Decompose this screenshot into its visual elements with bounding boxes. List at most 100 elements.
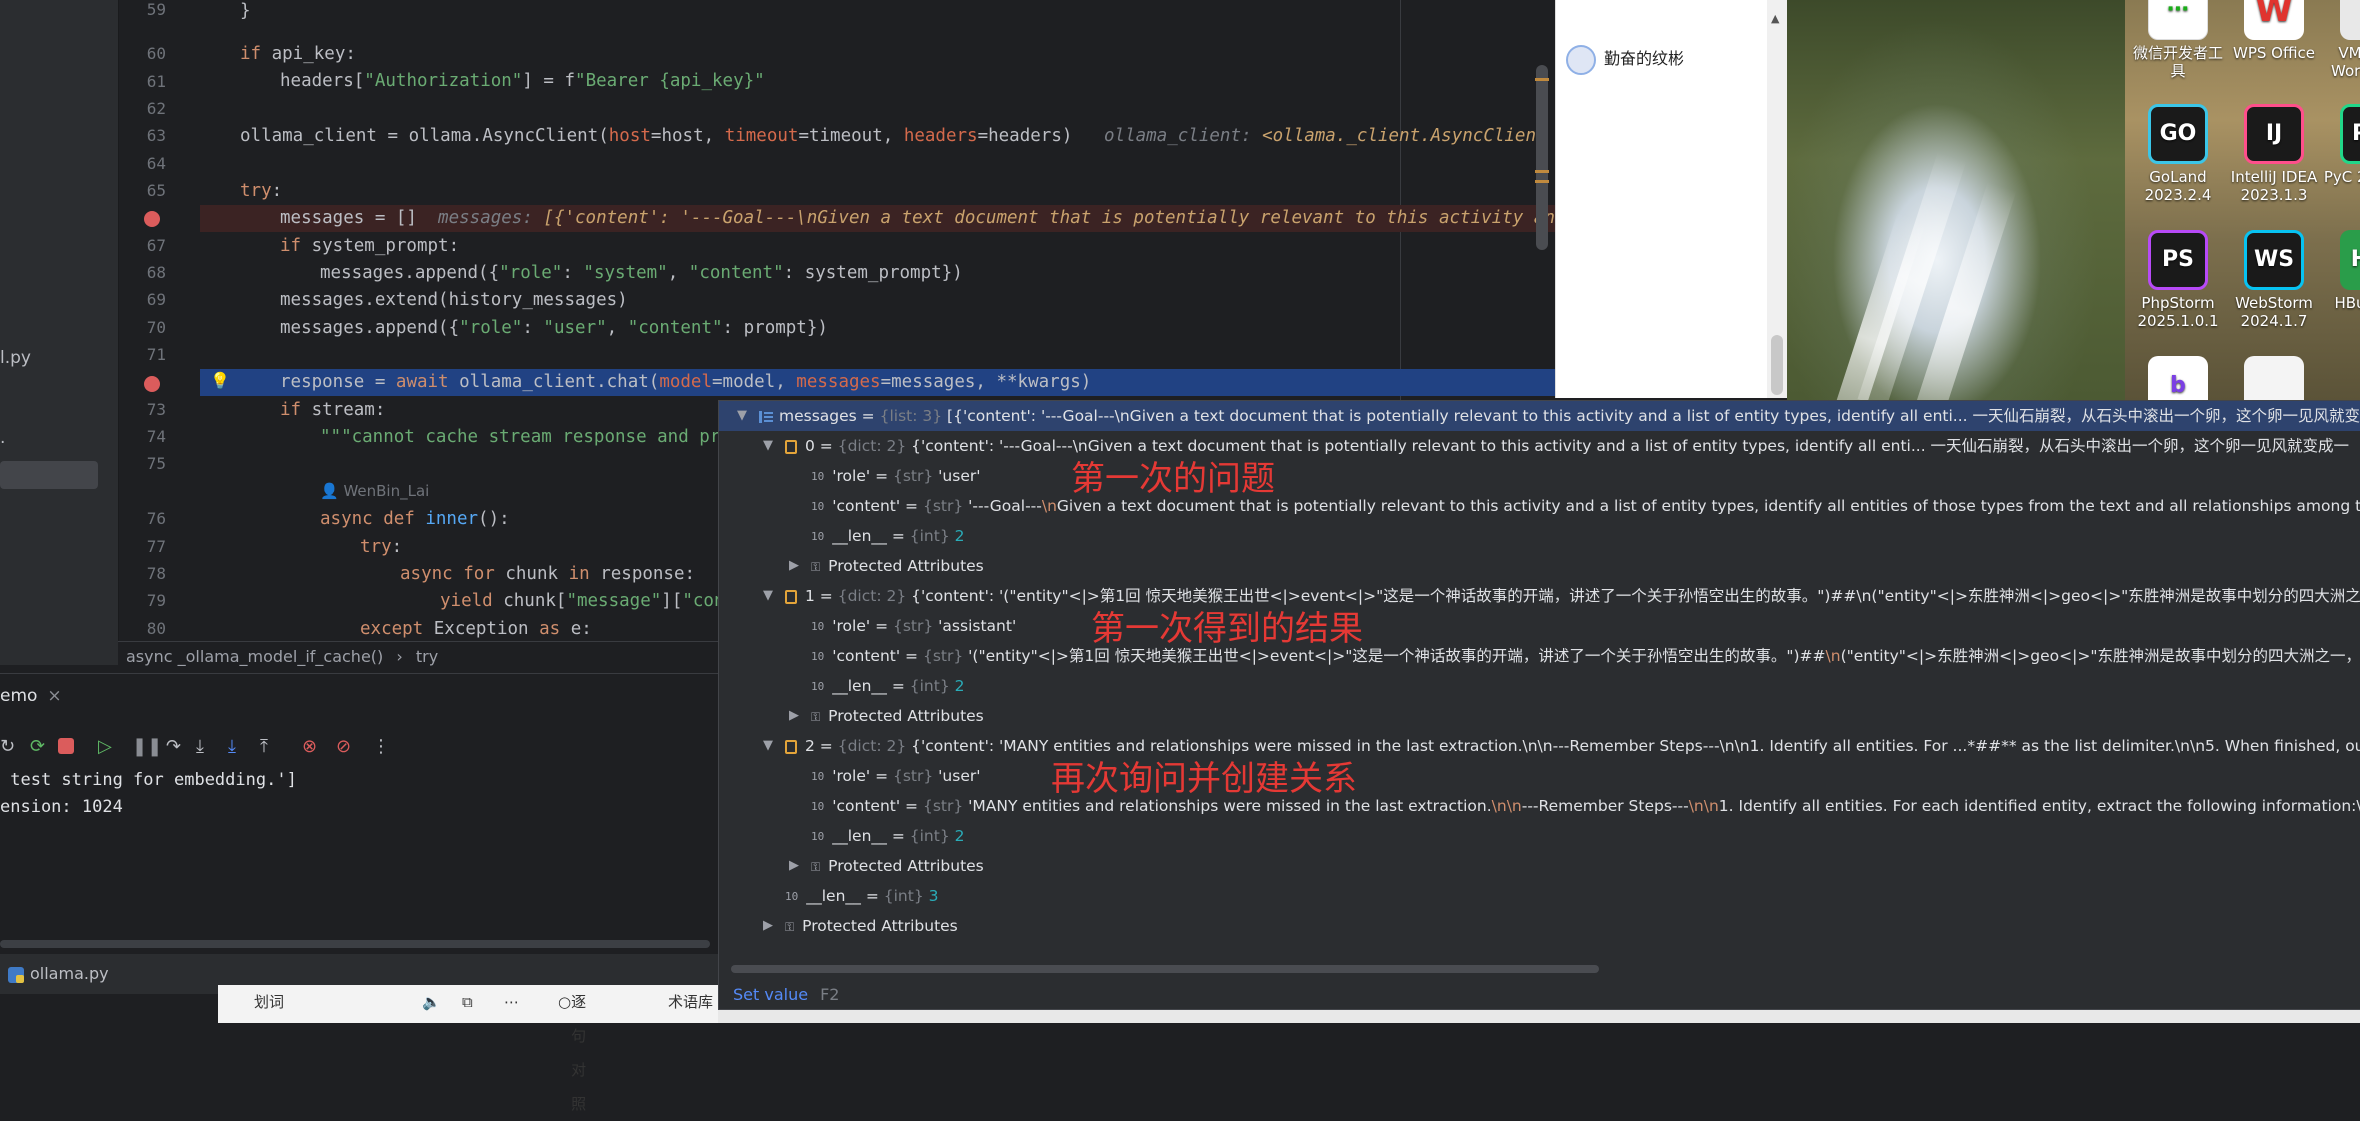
variable-row-content[interactable]: 10'content' = {str} 'MANY entities and r… xyxy=(719,791,2360,821)
collapse-arrow-icon[interactable]: ▼ xyxy=(763,581,773,611)
desktop-icon-webstorm[interactable]: WS WebStorm 2024.1.7 xyxy=(2224,230,2324,330)
step-out-icon[interactable]: ⤒ xyxy=(260,732,268,762)
desktop-icon-wechat-devtools[interactable]: ⋯ 微信开发者工具 xyxy=(2128,0,2228,80)
sentence-compare-radio[interactable]: ○ 逐句对照 xyxy=(558,985,586,1113)
desktop-icon-partial[interactable]: b xyxy=(2128,356,2228,400)
step-over-icon[interactable]: ↷ xyxy=(166,732,181,762)
run-tab[interactable]: emo × xyxy=(0,686,62,706)
project-selected-item[interactable] xyxy=(0,461,98,489)
code-line[interactable]: messages.append({"role": "user", "conten… xyxy=(200,315,1555,342)
chat-window[interactable]: 勤奋的纹彬 xyxy=(1555,0,1788,398)
waterfall-wallpaper xyxy=(1787,0,2125,400)
variable-row-len[interactable]: 10 __len__ = {int} 2 xyxy=(719,671,2360,701)
glossary-button[interactable]: 术语库 xyxy=(668,985,713,1019)
resume-icon[interactable]: ▷ xyxy=(98,732,112,762)
pause-icon[interactable]: ❚❚ xyxy=(132,732,162,762)
expand-arrow-icon[interactable]: ▶ xyxy=(789,551,799,581)
code-line[interactable]: if stream: xyxy=(200,397,758,424)
desktop-icon-pycharm[interactable]: P PyC 20 xyxy=(2320,104,2360,186)
more-icon[interactable]: ⋯ xyxy=(504,985,519,1019)
project-file-item[interactable]: . xyxy=(0,428,5,448)
variable-row-item-0[interactable]: ▼ 0 = {dict: 2} {'content': '---Goal---\… xyxy=(719,431,2360,461)
console-scrollbar[interactable] xyxy=(0,940,710,948)
code-line[interactable]: yield chunk["message"]["cont xyxy=(200,588,758,615)
scroll-up-icon[interactable]: ▲ xyxy=(1771,12,1779,25)
variable-row-root-protected[interactable]: ▶ ⚿ Protected Attributes xyxy=(719,911,2360,941)
translation-toolbar[interactable]: 划词 🔈 ⧉ ⋯ ○ 逐句对照 术语库 xyxy=(218,985,718,1113)
close-icon[interactable]: × xyxy=(47,686,61,706)
breadcrumb-function[interactable]: async _ollama_model_if_cache() xyxy=(126,647,383,666)
variable-row-len[interactable]: 10 __len__ = {int} 2 xyxy=(719,821,2360,851)
desktop-icon-hbuilder[interactable]: H HBu xyxy=(2320,230,2360,312)
variable-row-protected[interactable]: ▶ ⚿ Protected Attributes xyxy=(719,851,2360,881)
desktop-icon-phpstorm[interactable]: PS PhpStorm 2025.1.0.1 xyxy=(2128,230,2228,330)
lightbulb-icon[interactable]: 💡 xyxy=(210,371,230,390)
breadcrumb[interactable]: async _ollama_model_if_cache() › try xyxy=(118,641,726,674)
breakpoint-icon[interactable] xyxy=(144,211,160,227)
collapse-arrow-icon[interactable]: ▼ xyxy=(763,731,773,761)
code-line[interactable]: async for chunk in response: xyxy=(200,561,758,588)
step-into-my-code-icon[interactable]: ⤓ xyxy=(228,732,236,762)
desktop-icon-wps[interactable]: W WPS Office xyxy=(2224,0,2324,62)
code-line[interactable]: try: xyxy=(200,534,758,561)
variable-row-content[interactable]: 10'content' = {str} '---Goal---\nGiven a… xyxy=(719,491,2360,521)
collapse-arrow-icon[interactable]: ▼ xyxy=(763,431,773,461)
rerun-icon[interactable]: ↻ xyxy=(0,732,15,762)
code-line[interactable]: if api_key: xyxy=(200,41,1555,68)
code-line[interactable]: if system_prompt: xyxy=(200,233,1555,260)
code-line[interactable]: headers["Authorization"] = f"Bearer {api… xyxy=(200,68,1555,95)
scroll-thumb[interactable] xyxy=(1771,335,1783,395)
debugger-variables-popup[interactable]: ▼ messages = {list: 3} [{'content': '---… xyxy=(718,400,2360,1010)
set-value-link[interactable]: Set value xyxy=(733,985,808,1004)
mute-breakpoints-icon[interactable]: ⊘ xyxy=(336,732,351,762)
desktop-icon-vmware[interactable]: VM Work xyxy=(2320,0,2360,80)
git-blame-author[interactable]: 👤 WenBin_Lai xyxy=(320,482,429,500)
more-options-icon[interactable]: ⋮ xyxy=(372,732,390,762)
code-line[interactable]: messages.extend(history_messages) xyxy=(200,287,1555,314)
project-file-item[interactable]: l.py xyxy=(0,348,31,368)
variable-row-protected[interactable]: ▶ ⚿ Protected Attributes xyxy=(719,551,2360,581)
step-into-icon[interactable]: ⤓ xyxy=(196,732,204,762)
breakpoint-icon[interactable] xyxy=(144,376,160,392)
stop-icon[interactable] xyxy=(58,738,74,754)
variable-row-role[interactable]: 10'role' = {str} 'user' xyxy=(719,461,2360,491)
code-line[interactable]: async def inner(): xyxy=(200,506,758,533)
breadcrumb-block[interactable]: try xyxy=(416,647,438,666)
expand-arrow-icon[interactable]: ▶ xyxy=(789,701,799,731)
debug-run-panel[interactable]: emo × ↻ ⟳ ▷ ❚❚ ↷ ⤓ ⤓ ⤒ ⊗ ⊘ ⋮ test string … xyxy=(0,673,726,994)
project-tool-window[interactable]: l.py . xyxy=(0,0,119,665)
variable-row-role[interactable]: 10'role' = {str} 'assistant' xyxy=(719,611,2360,641)
code-line[interactable]: except Exception as e: xyxy=(200,616,758,641)
line-number: 62 xyxy=(146,99,166,118)
code-line[interactable]: } xyxy=(200,0,1555,25)
code-line-current-execution[interactable]: response = await ollama_client.chat(mode… xyxy=(200,369,1555,396)
chat-scrollbar[interactable]: ▲ xyxy=(1767,0,1787,398)
chat-contact-item[interactable]: 勤奋的纹彬 xyxy=(1566,42,1684,76)
desktop-icon-partial[interactable] xyxy=(2224,356,2324,400)
restart-icon[interactable]: ⟳ xyxy=(30,732,45,762)
variable-row-messages[interactable]: ▼ messages = {list: 3} [{'content': '---… xyxy=(719,401,2360,431)
copy-icon[interactable]: ⧉ xyxy=(462,985,473,1019)
code-line[interactable]: try: xyxy=(200,178,1555,205)
collapse-arrow-icon[interactable]: ▼ xyxy=(737,401,747,431)
popup-scrollbar[interactable] xyxy=(731,965,1599,973)
code-line[interactable]: """cannot cache stream response and proc xyxy=(200,424,758,451)
desktop-icon-intellij[interactable]: IJ IntelliJ IDEA 2023.1.3 xyxy=(2224,104,2324,204)
speaker-icon[interactable]: 🔈 xyxy=(422,985,441,1019)
code-line[interactable]: messages.append({"role": "system", "cont… xyxy=(200,260,1555,287)
variable-row-item-1[interactable]: ▼ 1 = {dict: 2} {'content': '("entity"<|… xyxy=(719,581,2360,611)
variable-row-item-2[interactable]: ▼ 2 = {dict: 2} {'content': 'MANY entiti… xyxy=(719,731,2360,761)
variable-row-root-len[interactable]: 10 __len__ = {int} 3 xyxy=(719,881,2360,911)
expand-arrow-icon[interactable]: ▶ xyxy=(763,911,773,941)
code-line[interactable]: ollama_client = ollama.AsyncClient(host=… xyxy=(200,123,1555,150)
word-select-toggle[interactable]: 划词 xyxy=(254,985,284,1019)
editor-scrollbar[interactable] xyxy=(1536,65,1548,250)
desktop-icon-goland[interactable]: GO GoLand 2023.2.4 xyxy=(2128,104,2228,204)
variable-row-len[interactable]: 10 __len__ = {int} 2 xyxy=(719,521,2360,551)
view-breakpoints-icon[interactable]: ⊗ xyxy=(302,732,317,762)
variable-row-role[interactable]: 10'role' = {str} 'user' xyxy=(719,761,2360,791)
variable-row-content[interactable]: 10'content' = {str} '("entity"<|>第1回 惊天地… xyxy=(719,641,2360,671)
variable-row-protected[interactable]: ▶ ⚿ Protected Attributes xyxy=(719,701,2360,731)
code-line-breakpoint[interactable]: messages = [] messages: [{'content': '--… xyxy=(200,205,1555,232)
expand-arrow-icon[interactable]: ▶ xyxy=(789,851,799,881)
